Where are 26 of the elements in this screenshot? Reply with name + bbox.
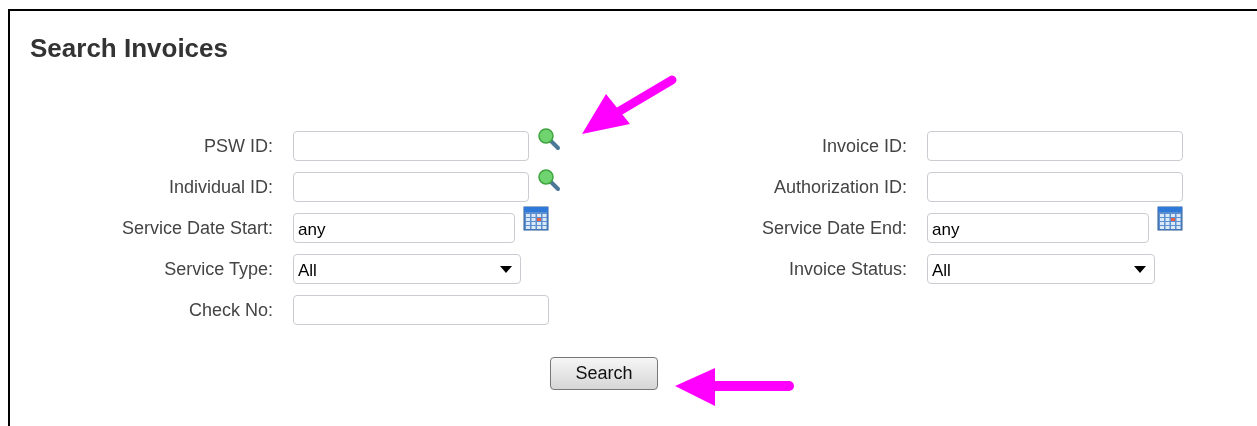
text-field[interactable] (293, 172, 529, 202)
text-field[interactable] (293, 295, 549, 325)
field-label: PSW ID: (203, 135, 274, 158)
field-label: Check No: (187, 299, 274, 322)
text-field[interactable]: any (927, 213, 1149, 243)
field-label: Service Type: (163, 258, 274, 281)
magnifier-icon[interactable] (537, 127, 561, 151)
caret-icon (1134, 265, 1146, 273)
magnifier-icon[interactable] (537, 168, 561, 192)
dropdown[interactable]: All (927, 254, 1155, 284)
caret-icon (500, 265, 512, 273)
field-label: Individual ID: (167, 176, 274, 199)
field-label: Service Date End: (760, 217, 908, 240)
page-title: Search Invoices (30, 32, 229, 65)
search-button[interactable]: Search (550, 357, 658, 390)
field-label: Service Date Start: (120, 217, 274, 240)
calendar-icon[interactable] (523, 205, 549, 231)
field-label: Invoice ID: (820, 135, 908, 158)
calendar-icon[interactable] (1157, 205, 1183, 231)
text-field[interactable]: any (293, 213, 515, 243)
text-field[interactable] (293, 131, 529, 161)
field-label: Authorization ID: (772, 176, 908, 199)
text-field[interactable] (927, 172, 1183, 202)
field-label: Invoice Status: (787, 258, 908, 281)
text-field[interactable] (927, 131, 1183, 161)
dropdown[interactable]: All (293, 254, 521, 284)
